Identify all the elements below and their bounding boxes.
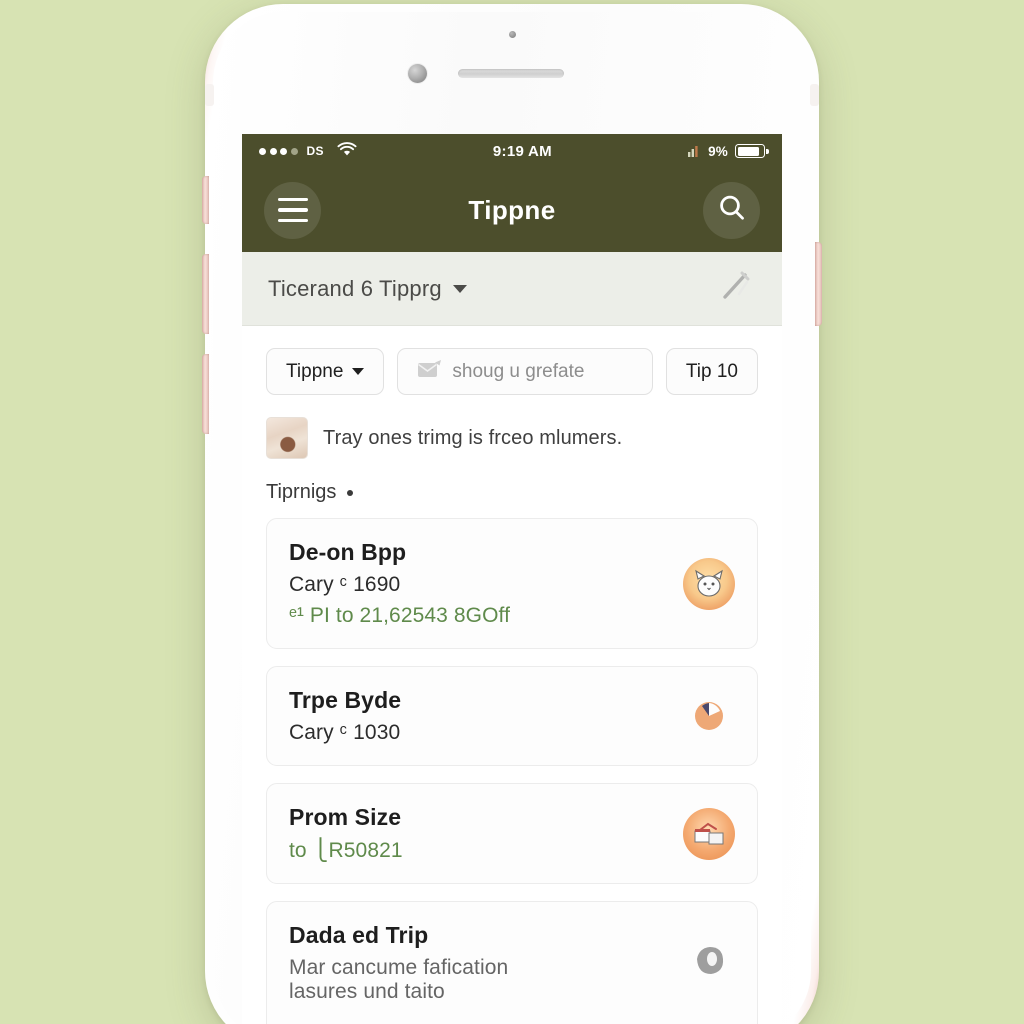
card-title: Prom Size bbox=[289, 804, 402, 830]
hamburger-menu-icon bbox=[277, 197, 308, 223]
pie-chart-avatar-icon[interactable] bbox=[683, 690, 735, 742]
antenna-band-left bbox=[205, 84, 214, 106]
battery-icon bbox=[735, 144, 769, 158]
signal-strength-dots bbox=[259, 147, 298, 155]
card-extra-line: lasures und taito bbox=[289, 980, 445, 1003]
list-item[interactable]: Dada ed Trip Mar cancume fafication lasu… bbox=[266, 901, 758, 1024]
chevron-down-icon bbox=[452, 284, 467, 293]
breadcrumb-dropdown[interactable]: Ticerand 6 Tipprg bbox=[268, 276, 467, 302]
volume-up-button[interactable] bbox=[202, 254, 209, 334]
chip-share-grefate[interactable]: shoug u grefate bbox=[397, 348, 653, 395]
search-button[interactable] bbox=[703, 181, 760, 239]
earpiece-speaker bbox=[458, 69, 564, 78]
power-button[interactable] bbox=[815, 242, 822, 326]
note-text: Tray ones trimg is frceo mlumers. bbox=[323, 426, 623, 449]
breadcrumb-label: Ticerand 6 Tipprg bbox=[268, 275, 442, 301]
card-offer-text: to ⎩R50821 bbox=[289, 839, 403, 862]
chip-tip-10[interactable]: Tip 10 bbox=[665, 348, 758, 395]
phone-screen: DS 9:19 AM 9% Tippne Ticerand 6 Tipprg T… bbox=[242, 134, 782, 1024]
status-bar-left: DS bbox=[259, 142, 357, 160]
status-bar-right: 9% bbox=[688, 143, 769, 160]
battery-percent-label: 9% bbox=[708, 143, 728, 159]
card-title: Trpe Byde bbox=[289, 687, 402, 713]
chip-tippne[interactable]: Tippne bbox=[266, 348, 385, 395]
section-header: Tiprnigs bbox=[242, 459, 782, 512]
section-bullet-icon bbox=[347, 489, 354, 496]
front-camera bbox=[408, 64, 427, 83]
envelope-icon bbox=[417, 359, 443, 385]
photo-thumbnail[interactable] bbox=[266, 417, 308, 459]
chip-label: shoug u grefate bbox=[452, 360, 585, 382]
card-title: De-on Bpp bbox=[289, 539, 407, 565]
antenna-band-right bbox=[810, 84, 819, 106]
card-subtitle: Cary ᶜ 1030 bbox=[289, 721, 401, 744]
phone-device: DS 9:19 AM 9% Tippne Ticerand 6 Tipprg T… bbox=[202, 4, 822, 1024]
status-bar: DS 9:19 AM 9% bbox=[242, 134, 782, 168]
list-item[interactable]: Trpe Byde Cary ᶜ 1030 bbox=[266, 666, 758, 766]
search-icon bbox=[716, 192, 748, 229]
card-subtitle: Cary ᶜ 1690 bbox=[289, 573, 401, 596]
section-label-text: Tiprnigs bbox=[266, 481, 337, 503]
gray-blob-avatar-icon[interactable] bbox=[683, 937, 735, 989]
status-bar-clock: 9:19 AM bbox=[492, 142, 552, 160]
app-title: Tippne bbox=[468, 194, 556, 225]
silent-switch[interactable] bbox=[202, 176, 209, 224]
chevron-down-icon bbox=[352, 368, 365, 375]
proximity-sensor bbox=[509, 31, 516, 38]
cat-avatar-icon[interactable] bbox=[683, 557, 735, 610]
note-row: Tray ones trimg is frceo mlumers. bbox=[242, 411, 782, 459]
cellular-bars-icon bbox=[688, 143, 701, 160]
wifi-icon bbox=[337, 142, 357, 160]
package-box-avatar-icon[interactable] bbox=[683, 807, 735, 860]
list-item[interactable]: De-on Bpp Cary ᶜ 1690 ᵉ¹ PI to 21,62543 … bbox=[266, 518, 758, 649]
hamburger-menu-button[interactable] bbox=[264, 181, 321, 239]
pen-edit-icon[interactable] bbox=[716, 266, 756, 311]
chip-label: Tippne bbox=[286, 360, 344, 382]
card-list: De-on Bpp Cary ᶜ 1690 ᵉ¹ PI to 21,62543 … bbox=[242, 512, 782, 1024]
app-bar: Tippne bbox=[242, 168, 782, 252]
filter-chip-row: Tippne shoug u grefate Tip 10 bbox=[242, 326, 782, 411]
sub-header-bar: Ticerand 6 Tipprg bbox=[242, 252, 782, 326]
card-subtitle: Mar cancume fafication bbox=[289, 956, 509, 979]
carrier-label: DS bbox=[306, 144, 324, 158]
card-offer-text: ᵉ¹ PI to 21,62543 8GOff bbox=[289, 604, 511, 627]
list-item[interactable]: Prom Size to ⎩R50821 bbox=[266, 783, 758, 884]
volume-down-button[interactable] bbox=[202, 354, 209, 434]
chip-label: Tip 10 bbox=[685, 360, 738, 382]
card-title: Dada ed Trip bbox=[289, 922, 429, 948]
